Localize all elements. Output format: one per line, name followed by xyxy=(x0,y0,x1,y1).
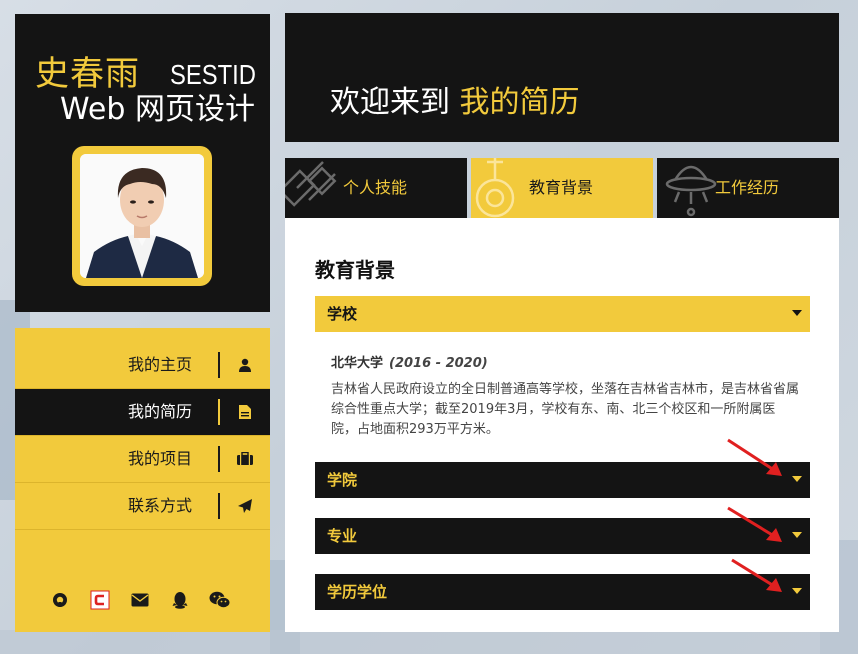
avatar-frame xyxy=(72,146,212,286)
tab-label: 工作经历 xyxy=(715,178,780,197)
accordion-label: 专业 xyxy=(327,527,358,545)
accordion-school[interactable]: 学校 xyxy=(315,296,810,332)
caret-down-icon xyxy=(792,476,802,482)
caret-down-icon xyxy=(792,532,802,538)
tab-label: 教育背景 xyxy=(529,178,594,197)
wechat-icon[interactable] xyxy=(209,589,231,611)
qq-icon[interactable] xyxy=(169,589,191,611)
school-heading: 北华大学 (2016 - 2020) xyxy=(331,352,488,371)
sidebar-nav: 我的主页 我的简历 我的项目 联系方式 xyxy=(15,328,270,632)
caret-down-icon xyxy=(792,588,802,594)
panel-title: 教育背景 xyxy=(315,258,395,282)
nav-item-label: 我的主页 xyxy=(127,355,192,374)
briefcase-icon xyxy=(235,449,255,469)
tab-label: 个人技能 xyxy=(343,178,408,197)
welcome-banner: 欢迎来到 我的简历 xyxy=(285,13,839,142)
school-description: 吉林省人民政府设立的全日制普通高等学校，坐落在吉林省吉林市，是吉林省省属综合性重… xyxy=(331,382,800,437)
nav-divider xyxy=(218,399,220,425)
nav-divider xyxy=(218,446,220,472)
profile-card: 史春雨 SESTID Web 网页设计 xyxy=(15,14,270,312)
nav-item-contact[interactable]: 联系方式 xyxy=(15,483,270,530)
nav-item-home[interactable]: 我的主页 xyxy=(15,342,270,389)
caret-down-icon xyxy=(792,310,802,316)
tab-work[interactable]: 工作经历 xyxy=(657,158,839,218)
avatar xyxy=(80,154,204,278)
nav-item-label: 联系方式 xyxy=(127,496,192,515)
profile-subtitle: Web 网页设计 xyxy=(60,92,255,127)
school-years: (2016 - 2020) xyxy=(389,356,488,371)
banner-prefix: 欢迎来到 xyxy=(330,85,460,120)
nav-divider xyxy=(218,493,220,519)
nav-item-label: 我的简历 xyxy=(127,402,192,421)
annotation-arrow-icon xyxy=(731,558,782,592)
annotation-arrow-icon xyxy=(727,506,782,542)
accordion-label: 学历学位 xyxy=(327,583,388,601)
nav-divider xyxy=(218,352,220,378)
tab-skills[interactable]: 个人技能 xyxy=(285,158,467,218)
name-english: SESTID xyxy=(170,59,256,90)
banner-highlight: 我的简历 xyxy=(459,85,580,120)
annotation-arrow-icon xyxy=(727,438,782,476)
name-chinese: 史春雨 xyxy=(35,54,140,94)
user-icon xyxy=(235,355,255,375)
nav-item-label: 我的项目 xyxy=(127,449,192,468)
social-links xyxy=(15,583,270,617)
accordion-label: 学校 xyxy=(327,305,358,323)
accordion-label: 学院 xyxy=(327,471,358,489)
document-icon xyxy=(235,402,255,422)
section-tabs: 个人技能 教育背景 工作经历 xyxy=(285,158,839,218)
banner-heading: 欢迎来到 我的简历 xyxy=(330,83,580,123)
csdn-icon[interactable] xyxy=(89,589,111,611)
nav-item-resume[interactable]: 我的简历 xyxy=(15,389,270,436)
school-name: 北华大学 xyxy=(331,356,384,371)
name-row: 史春雨 SESTID xyxy=(35,54,265,94)
tab-education[interactable]: 教育背景 xyxy=(471,158,653,218)
paper-plane-icon xyxy=(235,496,255,516)
nav-item-projects[interactable]: 我的项目 xyxy=(15,436,270,483)
background-decoration xyxy=(0,630,858,654)
email-icon[interactable] xyxy=(129,589,151,611)
github-icon[interactable] xyxy=(49,589,71,611)
